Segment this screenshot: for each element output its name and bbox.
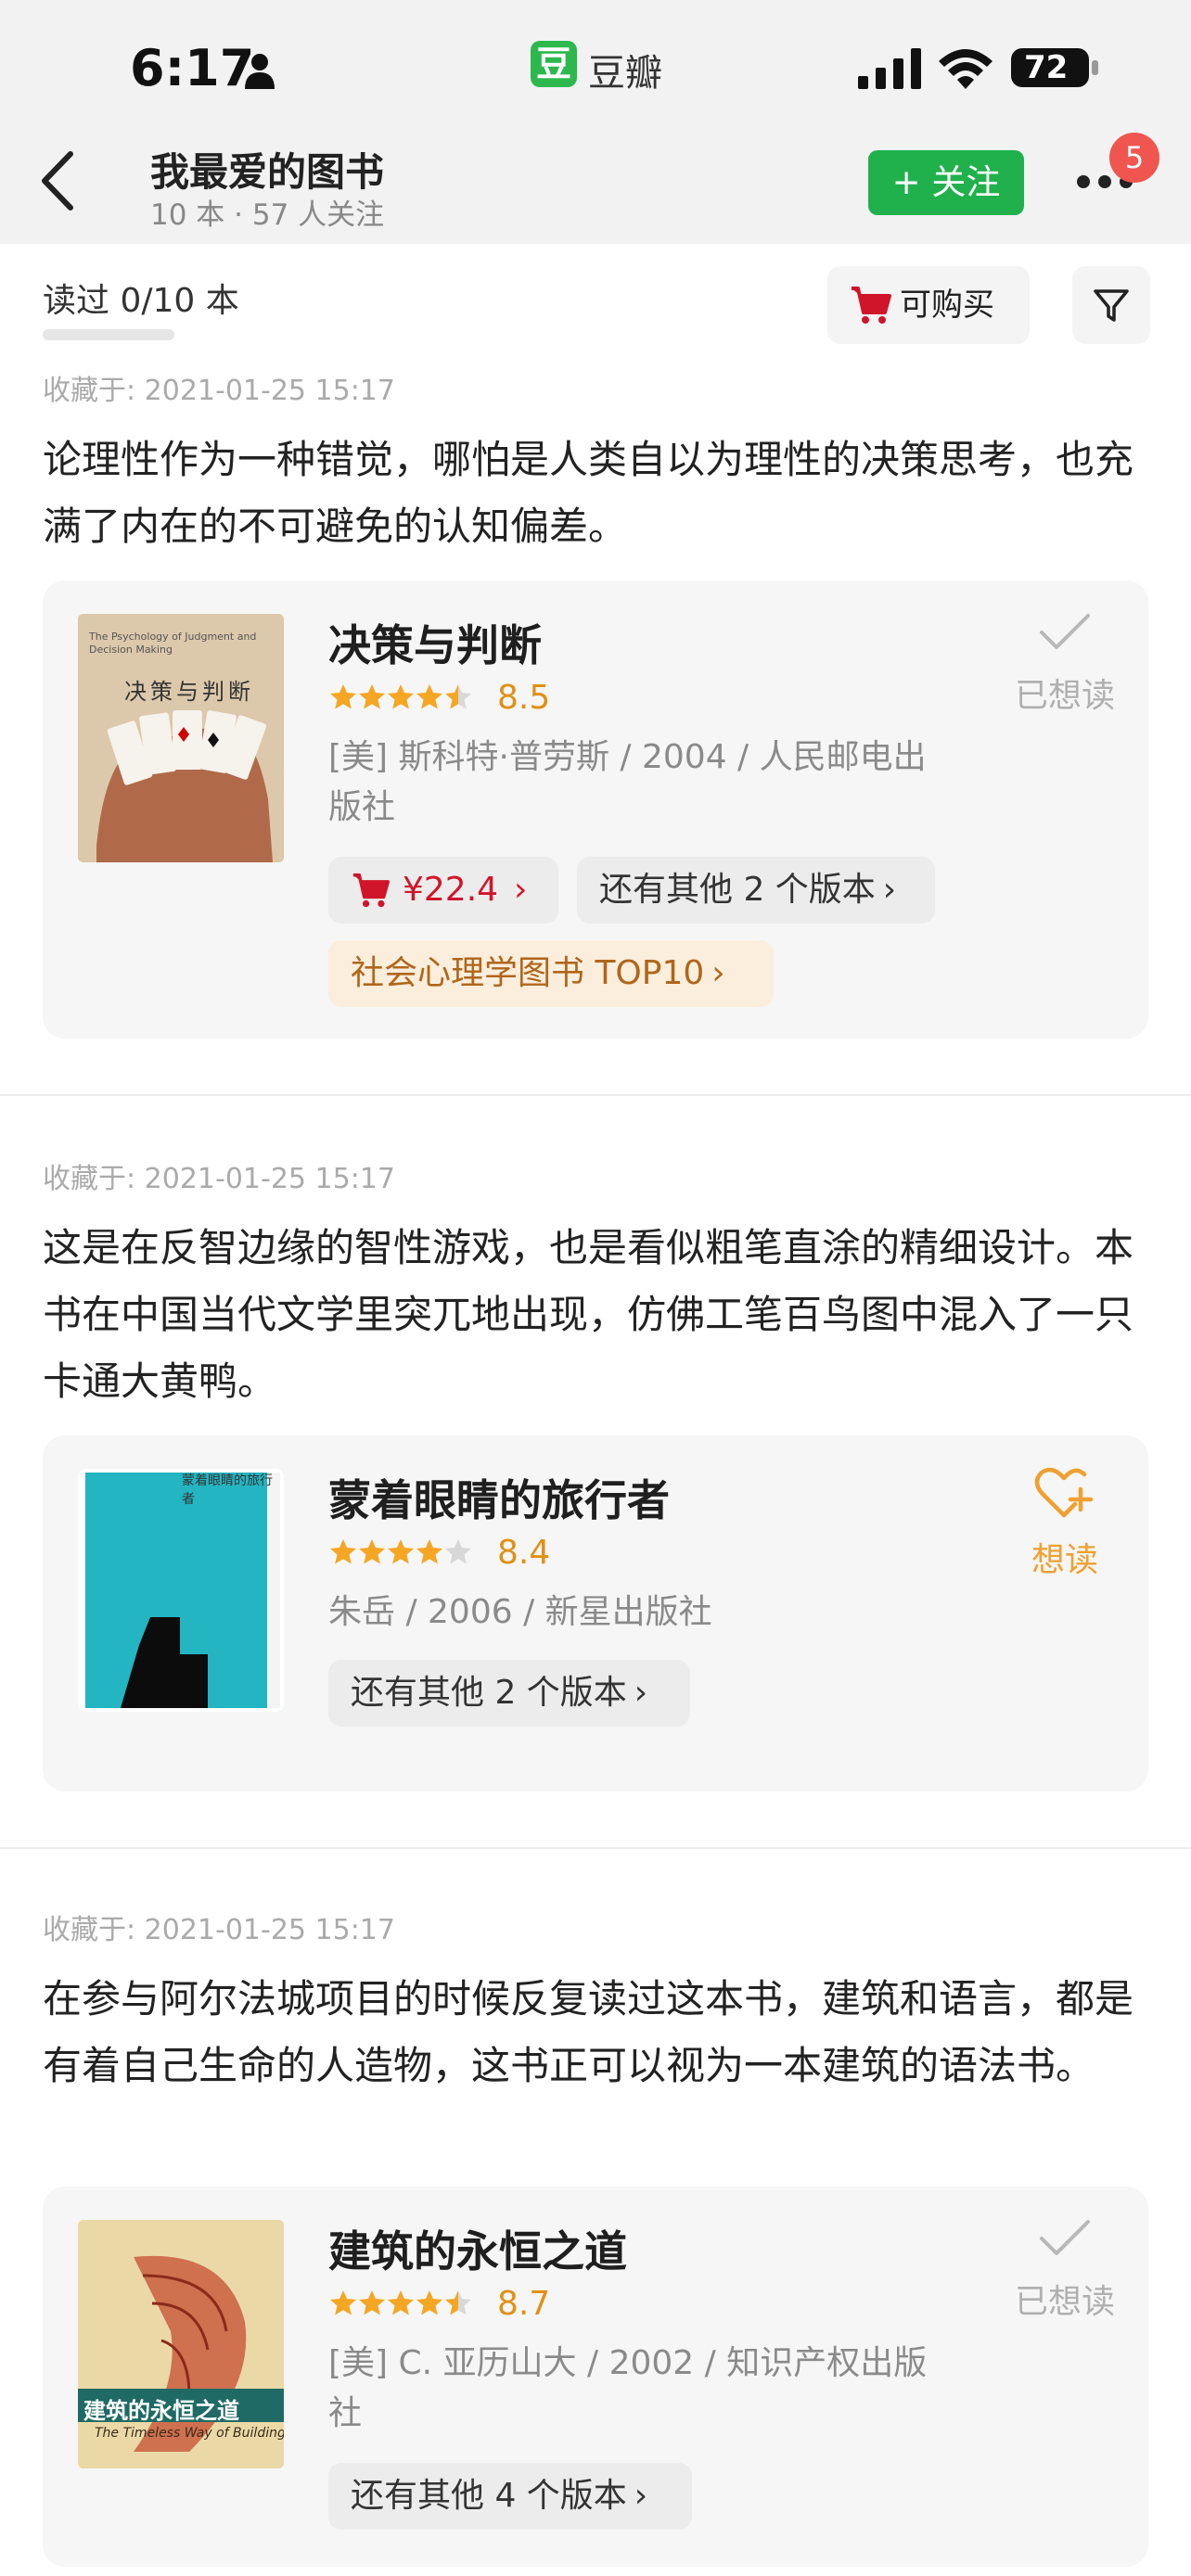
follow-button[interactable]: + 关注 — [868, 150, 1024, 215]
rating-stars — [330, 1539, 471, 1564]
book-title[interactable]: 蒙着眼睛的旅行者 — [328, 1467, 670, 1528]
read-progress-bar — [43, 329, 174, 340]
book-meta: [美] 斯科特·普劳斯 / 2004 / 人民邮电出版社 — [328, 738, 927, 826]
page-title: 我最爱的图书 — [150, 149, 385, 195]
versions-label: 还有其他 2 个版本 — [351, 1674, 627, 1712]
cover-subtitle: The Psychology of Judgment and Decision … — [89, 631, 257, 656]
filter-button[interactable] — [1072, 266, 1150, 344]
purchasable-filter-button[interactable]: 可购买 — [827, 266, 1030, 344]
cover-subtitle: The Timeless Way of Building — [95, 2426, 284, 2441]
checkmark-icon — [1040, 614, 1090, 649]
person-icon — [245, 54, 275, 89]
book-meta: [美] C. 亚历山大 / 2002 / 知识产权出版社 — [328, 2344, 928, 2432]
entry-comment: 这是在反智边缘的智性游戏，也是看似粗笔直涂的精细设计。本书在中国当代文学里突兀地… — [43, 1225, 1134, 1404]
rating-stars — [330, 684, 471, 709]
cellular-signal-icon — [858, 48, 921, 89]
ranking-button[interactable]: 社会心理学图书 TOP10 › — [328, 940, 774, 1007]
notification-badge: 5 — [1109, 133, 1159, 183]
book-rating: 8.5 — [497, 679, 551, 717]
want-read-label: 已想读 — [1014, 2283, 1115, 2321]
divider — [0, 1094, 1191, 1096]
ranking-label: 社会心理学图书 TOP10 — [351, 954, 705, 992]
divider — [0, 1847, 1191, 1849]
chevron-right-icon: › — [711, 954, 725, 992]
versions-label: 还有其他 2 个版本 — [599, 871, 876, 909]
chevron-right-icon: › — [882, 871, 897, 909]
other-versions-button[interactable]: 还有其他 2 个版本 › — [328, 1660, 690, 1727]
book-cover: 决策与判断 The Psychology of Judgment and Dec… — [78, 614, 284, 862]
book-card[interactable]: 建筑的永恒之道 The Timeless Way of Building 建筑的… — [43, 2187, 1148, 2567]
cart-icon — [852, 287, 891, 324]
cover-title: 建筑的永恒之道 — [83, 2398, 239, 2424]
chevron-right-icon: › — [634, 2477, 648, 2515]
book-price: ¥22.4 — [403, 871, 499, 909]
book-cover: 蒙着眼睛的旅行者 — [78, 1469, 284, 1712]
cover-title: 决策与判断 — [124, 679, 254, 705]
chevron-right-icon: › — [514, 871, 528, 909]
other-versions-button[interactable]: 还有其他 2 个版本 › — [577, 857, 935, 924]
rating-stars — [330, 2290, 471, 2315]
entry-date: 收藏于: 2021-01-25 15:17 — [43, 1163, 395, 1195]
other-versions-button[interactable]: 还有其他 4 个版本 › — [328, 2463, 692, 2530]
book-meta: 朱岳 / 2006 / 新星出版社 — [328, 1593, 712, 1631]
want-read-status[interactable]: 已想读 — [1009, 2218, 1121, 2323]
purchasable-label: 可购买 — [900, 287, 994, 324]
book-title[interactable]: 决策与判断 — [328, 612, 542, 673]
cover-title: 蒙着眼睛的旅行者 — [182, 1473, 273, 1507]
filter-icon — [1094, 289, 1129, 322]
entry-comment: 在参与阿尔法城项目的时候反复读过这本书，建筑和语言，都是有着自己生命的人造物，这… — [43, 1976, 1134, 2088]
back-arrow-icon[interactable] — [37, 148, 78, 213]
want-read-label: 想读 — [1031, 1541, 1098, 1579]
entry-date: 收藏于: 2021-01-25 15:17 — [43, 1914, 395, 1946]
entry-date: 收藏于: 2021-01-25 15:17 — [43, 375, 395, 407]
chevron-right-icon: › — [634, 1674, 648, 1712]
status-time: 6:17 — [130, 39, 255, 97]
want-read-label: 已想读 — [1014, 677, 1115, 715]
read-count: 读过 0/10 本 — [43, 282, 239, 320]
want-read-status[interactable]: 已想读 — [1009, 612, 1121, 717]
page-subtitle: 10 本 · 57 人关注 — [150, 198, 385, 232]
wifi-icon — [939, 49, 992, 89]
checkmark-icon — [1040, 2220, 1090, 2255]
versions-label: 还有其他 4 个版本 — [351, 2477, 627, 2515]
app-name: 豆瓣 — [588, 52, 662, 95]
book-rating: 8.4 — [497, 1534, 551, 1572]
app-logo: 豆 — [531, 41, 577, 87]
cart-icon — [352, 873, 390, 908]
book-title[interactable]: 建筑的永恒之道 — [328, 2218, 627, 2279]
book-rating: 8.7 — [497, 2285, 551, 2323]
book-card[interactable]: 蒙着眼睛的旅行者 蒙着眼睛的旅行者 8.4 朱岳 / 2006 / 新星出版社 … — [43, 1435, 1148, 1792]
battery-indicator: 72 — [1011, 46, 1100, 89]
want-read-button[interactable]: 想读 — [1009, 1467, 1121, 1581]
price-button[interactable]: ¥22.4 › — [328, 857, 558, 924]
battery-level: 72 — [1024, 49, 1069, 86]
book-card[interactable]: 决策与判断 The Psychology of Judgment and Dec… — [43, 580, 1148, 1039]
heart-plus-icon — [1034, 1467, 1094, 1518]
book-cover: 建筑的永恒之道 The Timeless Way of Building — [78, 2220, 284, 2468]
entry-comment: 论理性作为一种错觉，哪怕是人类自以为理性的决策思考，也充满了内在的不可避免的认知… — [43, 437, 1134, 549]
